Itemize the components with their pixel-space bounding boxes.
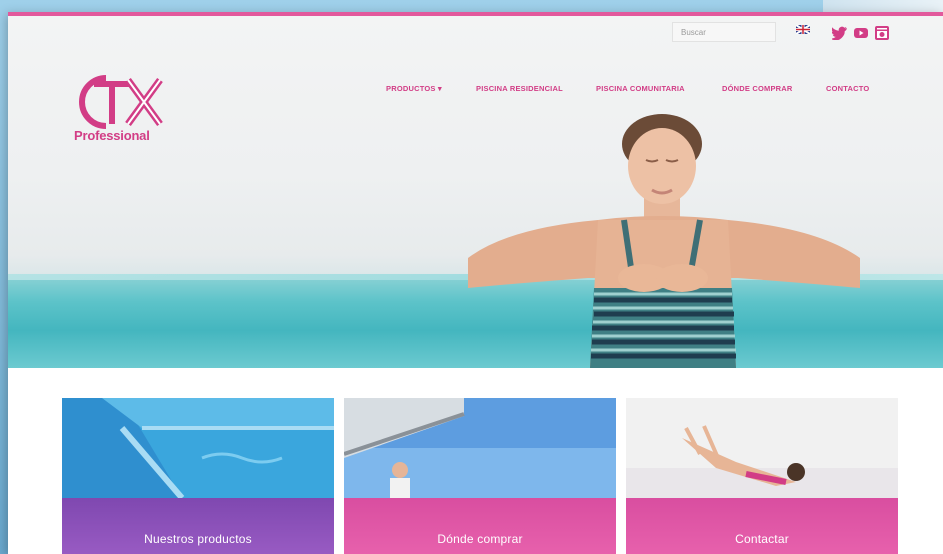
pool-house-image bbox=[344, 398, 616, 498]
swimmer-image bbox=[626, 398, 898, 498]
tile-label: Dónde comprar bbox=[437, 532, 523, 546]
instagram-icon[interactable] bbox=[874, 26, 890, 40]
nav-item-contacto[interactable]: CONTACTO bbox=[826, 84, 869, 93]
youtube-icon[interactable] bbox=[853, 26, 869, 40]
tile-bar: Dónde comprar bbox=[344, 498, 616, 554]
twitter-icon[interactable] bbox=[832, 26, 848, 40]
hero-woman-image bbox=[468, 114, 860, 368]
search-input[interactable]: Buscar bbox=[672, 22, 776, 42]
logo-subtitle: Professional bbox=[74, 128, 150, 143]
tile-bar: Nuestros productos bbox=[62, 498, 334, 554]
tile-bar: Contactar bbox=[626, 498, 898, 554]
nav-item-piscina-comunitaria[interactable]: PISCINA COMUNITARIA bbox=[596, 84, 685, 93]
hero-banner bbox=[8, 16, 943, 368]
nav-item-piscina-residencial[interactable]: PISCINA RESIDENCIAL bbox=[476, 84, 563, 93]
website-page: Professional Buscar PRODUCTOS ▾ PISCINA … bbox=[8, 12, 943, 554]
nav-item-donde-comprar[interactable]: DÓNDE COMPRAR bbox=[722, 84, 793, 93]
nav-item-productos[interactable]: PRODUCTOS ▾ bbox=[386, 84, 442, 93]
tile-nuestros-productos[interactable]: Nuestros productos bbox=[62, 398, 334, 554]
pool-water-image bbox=[62, 398, 334, 498]
tile-label: Nuestros productos bbox=[144, 532, 252, 546]
tile-donde-comprar[interactable]: Dónde comprar bbox=[344, 398, 616, 554]
tile-contactar[interactable]: Contactar bbox=[626, 398, 898, 554]
tile-label: Contactar bbox=[735, 532, 789, 546]
uk-flag-icon[interactable] bbox=[796, 25, 810, 34]
